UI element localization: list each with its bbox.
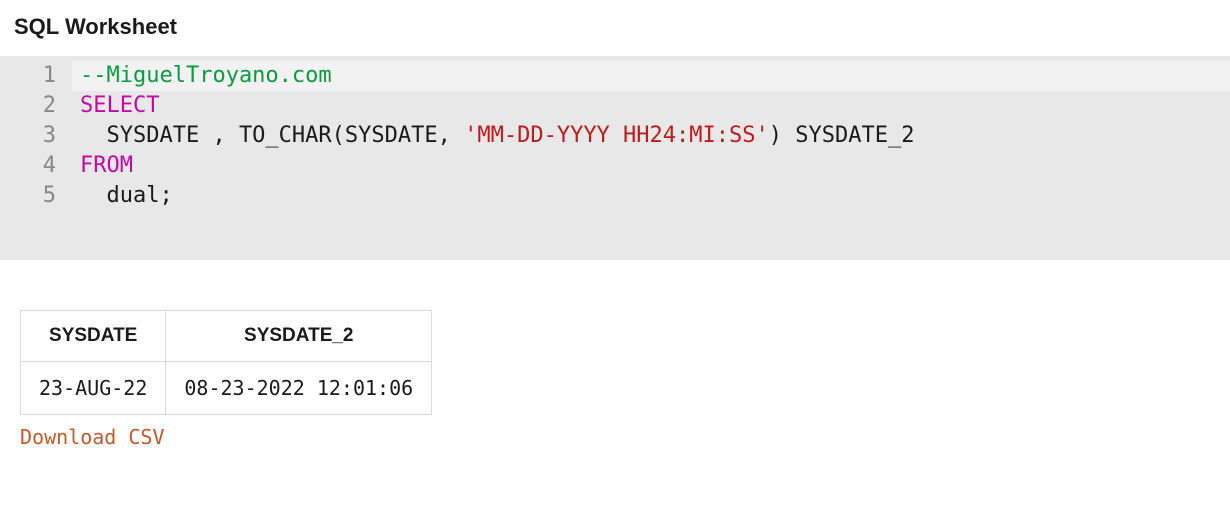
line-number: 2: [0, 91, 56, 121]
code-line[interactable]: FROM: [72, 151, 1230, 181]
code-line[interactable]: --MiguelTroyano.com: [72, 61, 1230, 91]
table-row: 23-AUG-22 08-23-2022 12:01:06: [21, 362, 432, 415]
code-text: SYSDATE , TO_CHAR(SYSDATE,: [80, 123, 464, 148]
results-panel: SYSDATE SYSDATE_2 23-AUG-22 08-23-2022 1…: [0, 259, 1230, 459]
code-line[interactable]: dual;: [72, 181, 1230, 211]
column-header[interactable]: SYSDATE: [21, 311, 166, 362]
code-comment: --MiguelTroyano.com: [80, 63, 332, 88]
code-string: 'MM-DD-YYYY HH24:MI:SS': [464, 123, 769, 148]
download-csv-link[interactable]: Download CSV: [20, 425, 165, 449]
code-text: ) SYSDATE_2: [769, 123, 915, 148]
editor-gutter: 1 2 3 4 5: [0, 61, 72, 211]
line-number: 3: [0, 121, 56, 151]
line-number: 5: [0, 181, 56, 211]
code-text: dual;: [80, 183, 173, 208]
column-header[interactable]: SYSDATE_2: [166, 311, 432, 362]
line-number: 1: [0, 61, 56, 91]
sql-editor[interactable]: 1 2 3 4 5 --MiguelTroyano.com SELECT SYS…: [0, 57, 1230, 259]
table-cell: 23-AUG-22: [21, 362, 166, 415]
code-line[interactable]: SELECT: [72, 91, 1230, 121]
editor-code[interactable]: --MiguelTroyano.com SELECT SYSDATE , TO_…: [72, 61, 1230, 211]
code-keyword: FROM: [80, 153, 133, 178]
page-title: SQL Worksheet: [0, 0, 1230, 57]
code-line[interactable]: SYSDATE , TO_CHAR(SYSDATE, 'MM-DD-YYYY H…: [72, 121, 1230, 151]
table-header-row: SYSDATE SYSDATE_2: [21, 311, 432, 362]
results-table: SYSDATE SYSDATE_2 23-AUG-22 08-23-2022 1…: [20, 310, 432, 415]
code-keyword: SELECT: [80, 93, 159, 118]
line-number: 4: [0, 151, 56, 181]
table-cell: 08-23-2022 12:01:06: [166, 362, 432, 415]
